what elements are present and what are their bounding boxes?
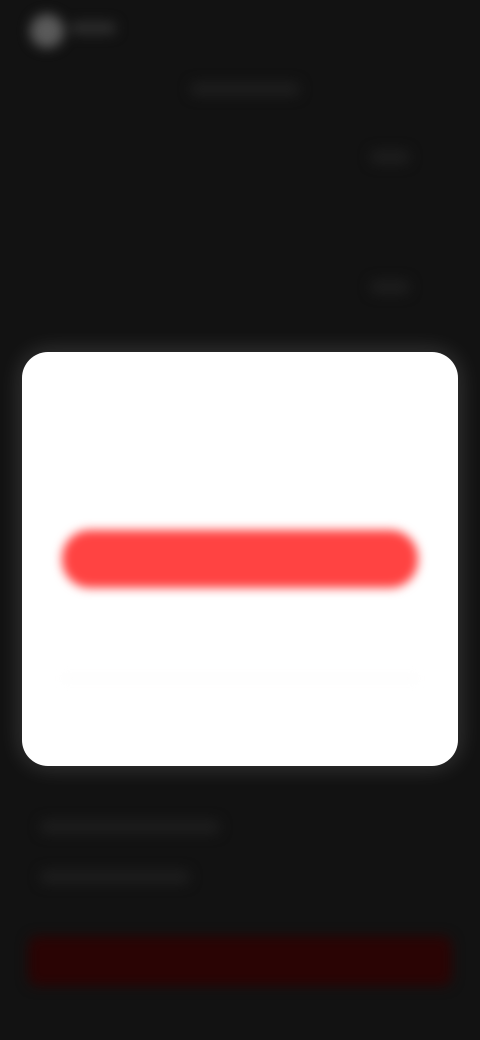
dialog-content [22,352,458,766]
dialog [22,352,458,766]
dialog-title [22,396,458,426]
app-logo-icon [30,14,64,48]
background-item [370,150,410,164]
app-name [70,22,116,34]
background-header-text [190,82,300,96]
dialog-tertiary-link[interactable] [22,696,458,728]
dialog-message [76,456,404,504]
background-text-line [40,870,190,884]
dialog-secondary-link[interactable] [22,628,458,660]
dialog-primary-button[interactable] [62,530,418,588]
app-screen [0,0,480,1040]
background-item [370,280,410,294]
background-bottom-button [28,936,452,986]
dialog-divider [62,678,418,679]
background-text-line [40,820,220,834]
